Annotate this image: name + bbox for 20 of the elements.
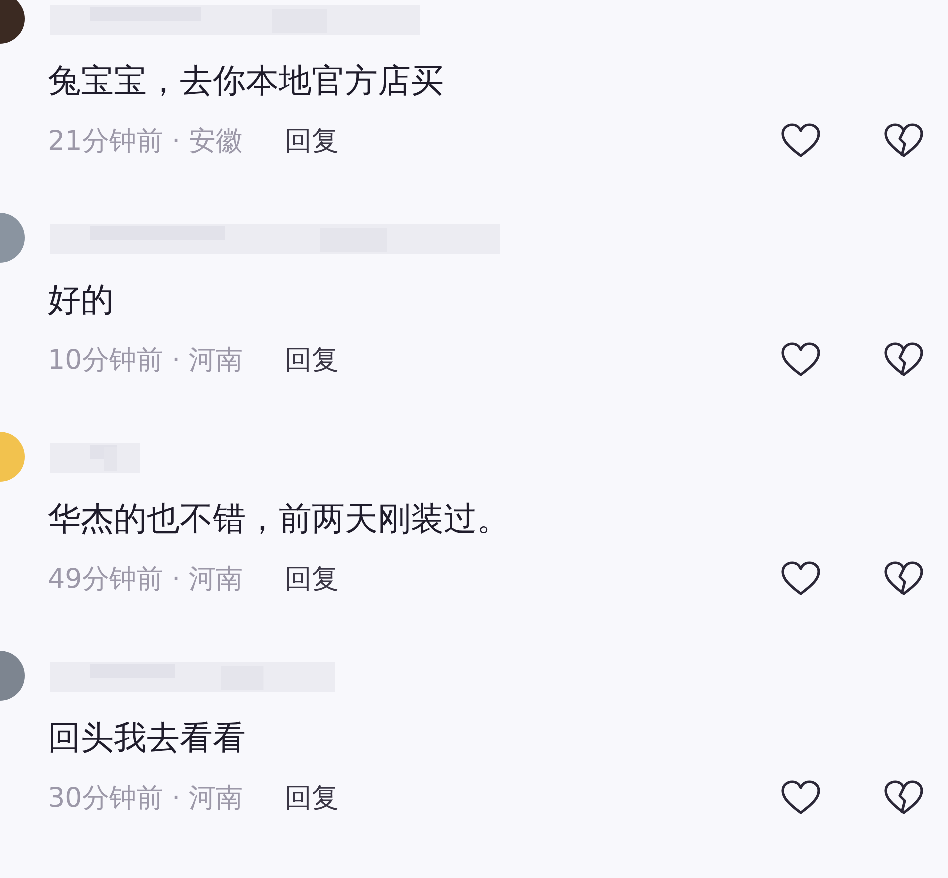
heart-icon[interactable] <box>781 342 821 378</box>
reply-button[interactable]: 回复 <box>285 561 340 597</box>
reply-button[interactable]: 回复 <box>285 123 340 159</box>
reply-button[interactable]: 回复 <box>285 780 340 816</box>
broken-heart-icon[interactable] <box>884 561 924 597</box>
comment-meta: 49分钟前 · 河南 <box>48 563 244 597</box>
comment-text: 兔宝宝，去你本地官方店买 <box>48 60 445 102</box>
reply-button[interactable]: 回复 <box>285 342 340 378</box>
heart-icon[interactable] <box>781 561 821 597</box>
comment-text: 华杰的也不错，前两天刚装过。 <box>48 498 511 540</box>
heart-icon[interactable] <box>781 123 821 159</box>
broken-heart-icon[interactable] <box>884 780 924 816</box>
broken-heart-icon[interactable] <box>884 342 924 378</box>
comment-meta: 10分钟前 · 河南 <box>48 344 244 378</box>
comment-text: 回头我去看看 <box>48 717 247 759</box>
comment-text: 好的 <box>48 279 115 321</box>
comment-meta: 21分钟前 · 安徽 <box>48 125 244 159</box>
heart-icon[interactable] <box>781 780 821 816</box>
broken-heart-icon[interactable] <box>884 123 924 159</box>
comment-meta: 30分钟前 · 河南 <box>48 782 244 816</box>
